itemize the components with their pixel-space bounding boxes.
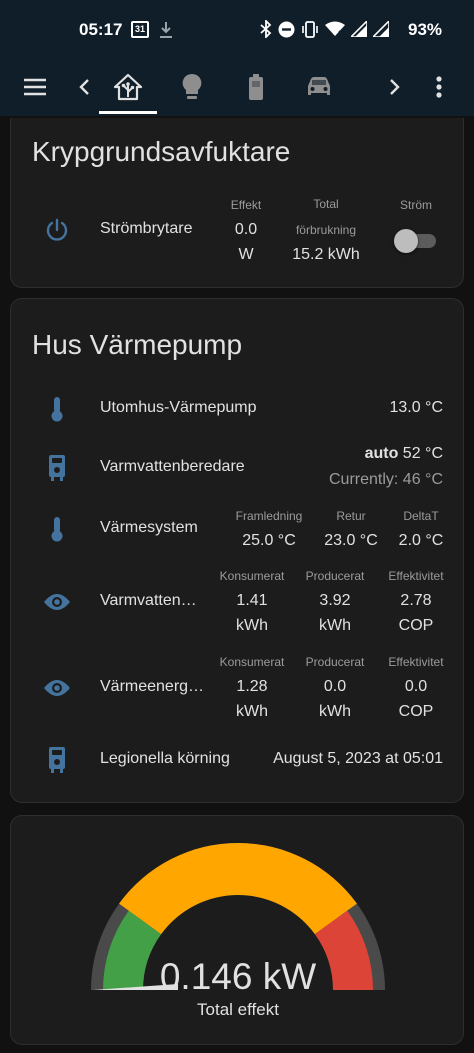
do-not-disturb-icon — [278, 21, 295, 43]
signal-icon-1 — [349, 19, 368, 42]
attr-label-konsumerat: Konsumerat — [219, 655, 285, 669]
attr-value-total: 15.2 kWh — [292, 246, 360, 263]
gauge-segment-yellow — [119, 843, 357, 935]
attr-label-producerat: Producerat — [305, 569, 365, 583]
value-legionella: August 5, 2023 at 05:01 — [273, 750, 443, 767]
row-name-utomhus[interactable]: Utomhus-Värmepump — [100, 399, 257, 417]
water-heater-icon — [41, 744, 73, 776]
wifi-icon — [325, 21, 345, 42]
menu-button[interactable] — [18, 58, 52, 116]
menu-icon — [24, 78, 46, 96]
tab-battery[interactable] — [227, 58, 285, 116]
attr-value-producerat: 3.92 — [319, 592, 351, 609]
thermometer-icon — [41, 393, 73, 425]
attr-value-effektivitet: 0.0 — [404, 678, 428, 695]
attr-label-strom: Ström — [399, 198, 432, 212]
attr-label-effekt: Effekt — [230, 198, 262, 212]
card-title: Hus Värmepump — [32, 329, 243, 360]
eye-icon — [41, 586, 73, 618]
row-name-legionella[interactable]: Legionella körning — [100, 750, 230, 768]
water-heater-current: Currently: 46 °C — [329, 471, 443, 488]
card-krypgrundsavfuktare: Krypgrundsavfuktare Strömbrytare Effekt … — [10, 118, 464, 288]
vibrate-icon — [301, 20, 319, 43]
attr-label-effektivitet: Effektivitet — [388, 655, 444, 669]
attr-value-konsumerat: 1.28 — [236, 678, 268, 695]
attr-label-framledning: Framledning — [235, 509, 303, 523]
attr-label-effektivitet: Effektivitet — [388, 569, 444, 583]
value-utomhus: 13.0 °C — [389, 399, 443, 416]
attr-unit-effektivitet: COP — [398, 703, 434, 720]
attr-label-konsumerat: Konsumerat — [219, 569, 285, 583]
attr-unit-konsumerat: kWh — [236, 617, 268, 634]
battery-icon — [249, 74, 263, 100]
attr-unit-konsumerat: kWh — [236, 703, 268, 720]
toggle-thumb — [394, 229, 418, 253]
active-tab-indicator — [99, 111, 157, 114]
attr-value-deltat: 2.0 °C — [398, 532, 444, 549]
attr-value-effekt: 0.0 — [234, 221, 258, 238]
gauge-value: 0.146 kW — [159, 956, 317, 997]
water-heater-icon — [41, 452, 73, 484]
app-toolbar — [0, 58, 474, 116]
attr-value-producerat: 0.0 — [323, 678, 347, 695]
tab-car[interactable] — [290, 58, 348, 116]
attr-label-total: Total — [313, 197, 339, 211]
download-icon — [159, 21, 173, 44]
card-title: Krypgrundsavfuktare — [32, 136, 291, 167]
attr-value-konsumerat: 1.41 — [236, 592, 268, 609]
tab-lights[interactable] — [163, 58, 221, 116]
more-vert-icon — [436, 76, 442, 98]
calendar-icon: 31 — [131, 21, 149, 38]
attr-value-retur: 23.0 °C — [324, 532, 378, 549]
water-heater-target: 52 °C — [402, 445, 443, 462]
card-gauge-total-effekt[interactable]: 0.146 kW Total effekt — [10, 815, 464, 1045]
attr-value-framledning: 25.0 °C — [242, 532, 296, 549]
overflow-menu-button[interactable] — [426, 58, 452, 116]
bluetooth-icon — [260, 18, 272, 43]
lightbulb-icon — [182, 73, 202, 99]
attr-label-producerat: Producerat — [305, 655, 365, 669]
row-name-varmeenergi[interactable]: Värmeenerg… — [100, 678, 204, 696]
card-hus-varmepump: Hus Värmepump Utomhus-Värmepump 13.0 °C … — [10, 298, 464, 803]
scroll-tabs-right-button[interactable] — [383, 58, 407, 116]
row-name-varmvattenberedare[interactable]: Varmvattenberedare — [100, 458, 245, 476]
row-name-varmesystem[interactable]: Värmesystem — [100, 519, 198, 537]
home-assistant-icon — [113, 73, 143, 101]
attr-label-forbrukning: förbrukning — [295, 223, 357, 237]
attr-value-effektivitet: 2.78 — [400, 592, 432, 609]
eye-icon — [41, 672, 73, 704]
attr-unit-effektivitet: COP — [398, 617, 434, 634]
signal-icon-2 — [371, 19, 390, 42]
row-name-varmvatten[interactable]: Varmvatten… — [100, 592, 197, 610]
status-time: 05:17 — [79, 20, 123, 39]
car-icon — [308, 77, 330, 95]
power-icon — [41, 214, 73, 246]
strom-toggle[interactable] — [394, 226, 438, 256]
tab-home[interactable] — [99, 58, 157, 116]
attr-unit-producerat: kWh — [319, 617, 351, 634]
water-heater-mode: auto — [364, 445, 399, 462]
gauge-label: Total effekt — [197, 1000, 279, 1019]
water-heater-state: auto 52 °C — [365, 445, 443, 463]
battery-level: 93% — [408, 20, 443, 39]
attr-unit-producerat: kWh — [319, 703, 351, 720]
attr-label-deltat: DeltaT — [403, 509, 439, 523]
attr-unit-effekt: W — [238, 246, 254, 263]
chevron-right-icon — [390, 79, 400, 95]
chevron-left-icon — [79, 79, 89, 95]
thermometer-icon — [41, 513, 73, 545]
attr-label-retur: Retur — [336, 509, 366, 523]
scroll-tabs-left-button[interactable] — [72, 58, 96, 116]
row-name-strombrytare[interactable]: Strömbrytare — [100, 220, 192, 238]
status-bar: 05:17 31 93% — [0, 0, 474, 58]
